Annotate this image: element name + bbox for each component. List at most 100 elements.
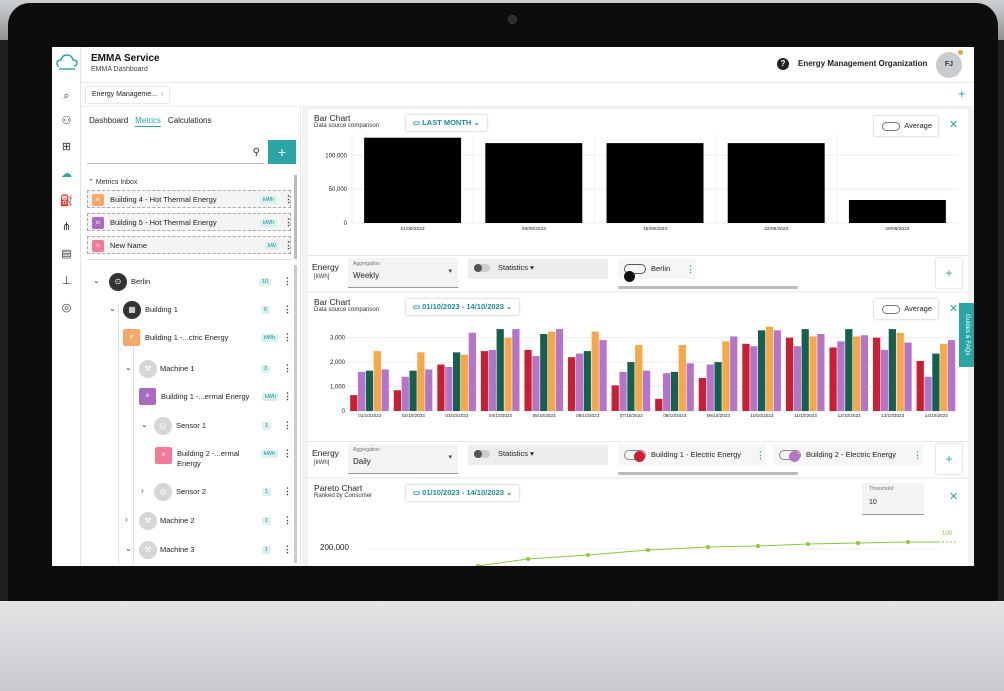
tab-dashboard[interactable]: Dashboard	[89, 116, 128, 125]
inbox-item[interactable]: ılı Building 4 - Hot Thermal Energy kWh …	[87, 190, 293, 208]
chevron-down-icon[interactable]: ⌄	[93, 276, 100, 285]
period-selector[interactable]: ▭ 01/10/2023 - 14/10/2023 ⌄	[406, 485, 520, 501]
more-options-icon[interactable]: ⋮	[283, 486, 292, 497]
y-tick-label: 50,000	[329, 187, 348, 193]
series-scrollbar[interactable]	[618, 472, 798, 475]
search-input[interactable]: ⚲	[87, 144, 264, 164]
metrics-inbox-header[interactable]: ⌃ Metrics Inbox	[88, 178, 137, 186]
pareto-cumulative-line	[368, 540, 958, 566]
toggle-icon[interactable]	[474, 450, 490, 458]
unit-badge: kW	[265, 242, 279, 250]
tree-node-metric[interactable]: ılı Building 1 -...ctric Energy kWh ⋮	[87, 327, 292, 351]
help-icon[interactable]: ?	[777, 58, 789, 70]
cloud-logo-icon[interactable]	[55, 52, 79, 72]
search-globe-icon[interactable]: ⌕	[52, 85, 81, 107]
more-options-icon[interactable]: ⋮	[913, 445, 922, 465]
close-icon[interactable]: ✕	[949, 302, 958, 315]
more-options-icon[interactable]: ⋮	[283, 276, 292, 287]
average-toggle[interactable]: Average	[874, 299, 938, 319]
series-color-dot	[789, 451, 800, 462]
guides-faqs-tab[interactable]: Guides & FAQs	[959, 303, 974, 367]
statistics-toggle[interactable]: Statistics ▾	[468, 259, 608, 279]
chevron-down-icon[interactable]: ⌄	[109, 304, 116, 313]
inbox-scrollbar[interactable]	[294, 175, 297, 259]
plug-icon[interactable]: ⊥	[52, 269, 81, 291]
toggle-icon[interactable]	[474, 264, 490, 272]
close-icon[interactable]: ✕	[949, 490, 958, 503]
charts-area: Bar Chart Data source comparison ▭ LAST …	[302, 107, 974, 566]
more-options-icon[interactable]: ⋮	[283, 363, 292, 374]
statistics-toggle[interactable]: Statistics ▾	[468, 445, 608, 465]
more-options-icon[interactable]: ⋮	[283, 544, 292, 555]
bar	[873, 337, 881, 411]
add-tab-plus-icon[interactable]: +	[958, 86, 966, 101]
toggle-icon	[882, 305, 900, 314]
bar	[678, 345, 686, 411]
tab-energy-management[interactable]: Energy Manageme... ‹	[86, 87, 170, 103]
sensor-icon[interactable]: ◎	[52, 296, 81, 318]
more-options-icon[interactable]: ⋮	[283, 448, 292, 459]
chevron-right-icon[interactable]: ›	[141, 486, 144, 495]
close-icon[interactable]: ✕	[949, 118, 958, 131]
bar	[575, 353, 584, 411]
chevron-right-icon[interactable]: ›	[125, 515, 128, 524]
chevron-left-icon[interactable]: ‹	[161, 91, 163, 98]
tree-node-sensor1[interactable]: ⌄ ◎ Sensor 1 1 ⋮	[87, 415, 292, 439]
count-badge: 1	[262, 488, 272, 496]
add-series-plus-icon[interactable]: +	[936, 258, 962, 288]
more-options-icon[interactable]: ⋮	[756, 445, 765, 465]
tree-scrollbar[interactable]	[294, 265, 297, 563]
more-options-icon[interactable]: ⋮	[284, 240, 293, 251]
x-tick-label: 08/09/2023	[522, 226, 546, 232]
tree-node-building1[interactable]: ⌄ ▦ Building 1 6 ⋮	[87, 299, 292, 323]
tab-metrics[interactable]: Metrics	[135, 116, 161, 127]
bar	[924, 376, 932, 411]
more-options-icon[interactable]: ⋮	[284, 194, 293, 205]
energy-cloud-icon[interactable]: ☁	[52, 162, 81, 184]
tree-node-metric[interactable]: ılı Building 2 -...ermal Energy kWh ⋮	[87, 445, 292, 475]
more-options-icon[interactable]: ⋮	[284, 217, 293, 228]
period-selector[interactable]: ▭ LAST MONTH ⌄	[406, 115, 487, 131]
bar	[904, 342, 912, 411]
unit-badge: kWh	[260, 219, 277, 227]
tree-node-machine1[interactable]: ⌄ ⚒ Machine 1 3 ⋮	[87, 358, 292, 382]
users-icon[interactable]: ⚇	[52, 109, 81, 131]
inbox-item[interactable]: ılı New Name kW ⋮	[87, 236, 293, 254]
tab-calculations[interactable]: Calculations	[168, 116, 212, 125]
chevron-down-icon[interactable]: ⌄	[141, 420, 148, 429]
aggregation-select[interactable]: Aggregation Weekly ▾	[348, 258, 458, 288]
period-selector[interactable]: ▭ 01/10/2023 - 14/10/2023 ⌄	[406, 299, 520, 315]
more-options-icon[interactable]: ⋮	[283, 515, 292, 526]
x-tick-label: 03/10/2023	[445, 413, 468, 418]
bar	[773, 330, 781, 411]
organization-name[interactable]: Energy Management Organization	[798, 59, 927, 68]
more-options-icon[interactable]: ⋮	[283, 420, 292, 431]
tree-node-metric[interactable]: ılı Building 1 -...ermal Energy kWh ⋮	[87, 386, 292, 410]
more-options-icon[interactable]: ⋮	[283, 332, 292, 343]
bar	[706, 364, 714, 411]
bar	[425, 369, 433, 411]
more-options-icon[interactable]: ⋮	[283, 304, 292, 315]
tree-node-machine3[interactable]: ⌄ ⚒ Machine 3 1 ⋮	[87, 539, 292, 563]
bar	[568, 357, 576, 411]
bar	[627, 362, 635, 411]
tree-node-berlin[interactable]: ⌄ ⊙ Berlin 10 ⋮	[87, 271, 292, 295]
fuel-icon[interactable]: ⛽	[52, 189, 81, 211]
aggregation-select[interactable]: Aggregation Daily ▾	[348, 444, 458, 474]
inbox-item[interactable]: ılı Building 5 - Hot Thermal Energy kWh …	[87, 213, 293, 231]
more-options-icon[interactable]: ⋮	[686, 259, 695, 279]
chevron-down-icon[interactable]: ⌄	[125, 544, 132, 553]
tree-node-machine2[interactable]: › ⚒ Machine 2 1 ⋮	[87, 510, 292, 534]
add-series-plus-icon[interactable]: +	[936, 444, 962, 474]
avatar[interactable]: FJ	[936, 52, 962, 78]
chevron-down-icon[interactable]: ⌄	[125, 363, 132, 372]
cart-icon[interactable]: ⊞	[52, 135, 81, 157]
icon-rail: ⌕ ⚇ ⊞ ☁ ⛽ ⋔ ▤ ⊥ ◎	[52, 47, 81, 566]
add-metric-button[interactable]: +	[268, 140, 296, 164]
threshold-input[interactable]: Threshold 10	[862, 483, 924, 515]
series-scrollbar[interactable]	[618, 286, 798, 289]
tree-node-sensor2[interactable]: › ◎ Sensor 2 1 ⋮	[87, 481, 292, 505]
more-options-icon[interactable]: ⋮	[283, 391, 292, 402]
network-icon[interactable]: ⋔	[52, 215, 81, 237]
panel-icon[interactable]: ▤	[52, 242, 81, 264]
